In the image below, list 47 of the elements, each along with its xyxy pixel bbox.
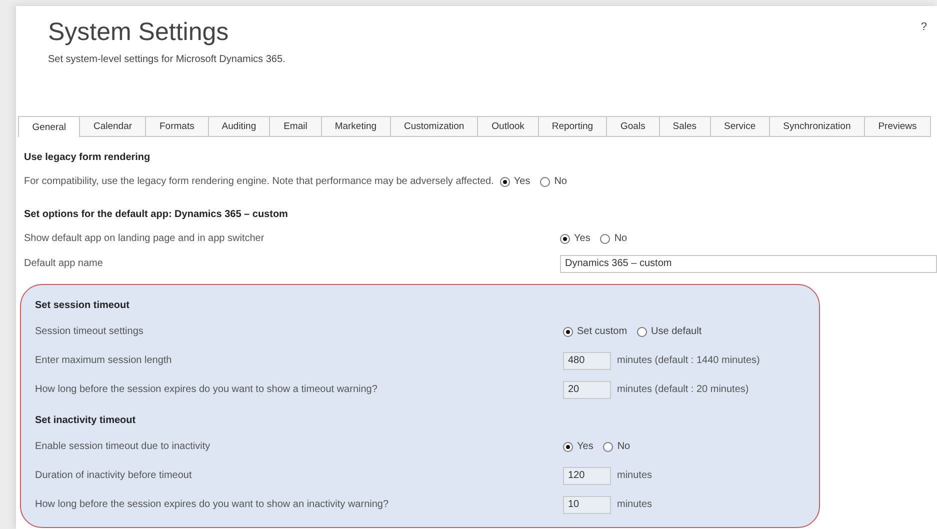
radio-option[interactable]: Set custom <box>563 326 628 337</box>
radio-option[interactable]: No <box>540 176 567 187</box>
field-label: Enable session timeout due to inactivity <box>35 441 210 452</box>
number-field[interactable]: 10 <box>563 496 611 514</box>
radio-option[interactable]: Yes <box>560 233 590 244</box>
tab[interactable]: Outlook <box>477 116 538 136</box>
field-label: Show default app on landing page and in app switcher <box>24 233 264 244</box>
tab[interactable]: Auditing <box>208 116 270 136</box>
unit-label: minutes (default : 1440 minutes) <box>617 355 760 366</box>
field-label: How long before the session expires do you want to show a timeout warning? <box>35 384 378 395</box>
tab[interactable]: Sales <box>658 116 710 136</box>
tab[interactable]: Reporting <box>538 116 606 136</box>
field-label: How long before the session expires do you want to show an inactivity warning? <box>35 499 389 510</box>
tab[interactable]: Customization <box>390 116 478 136</box>
tab[interactable]: Service <box>710 116 769 136</box>
help-button[interactable]: ? <box>920 21 927 33</box>
unit-label: minutes <box>617 470 652 481</box>
section-heading: Set session timeout <box>35 299 130 313</box>
tab[interactable]: Marketing <box>320 116 390 136</box>
radio-option[interactable]: No <box>603 441 630 452</box>
field-label: Enter maximum session length <box>35 355 172 366</box>
tab[interactable]: Email <box>269 116 321 136</box>
field-label: For compatibility, use the legacy form rendering engine. Note that performance may be adversely affected. <box>24 176 494 187</box>
page-subtitle: Set system-level settings for Microsoft Dynamics 365. <box>48 54 286 65</box>
number-field[interactable]: 480 <box>563 352 611 370</box>
radio-option[interactable]: Use default <box>637 326 702 337</box>
tab[interactable]: Synchronization <box>768 116 864 136</box>
section-heading: Set inactivity timeout <box>35 414 136 428</box>
page-title: System Settings <box>48 17 229 47</box>
radio-option[interactable]: No <box>600 233 628 244</box>
tab[interactable]: Goals <box>606 116 659 136</box>
number-field[interactable]: 120 <box>563 466 611 484</box>
field-label: Duration of inactivity before timeout <box>35 470 192 481</box>
field-label: Default app name <box>24 258 103 269</box>
radio-option[interactable]: Yes <box>563 441 594 452</box>
radio-option[interactable]: Yes <box>500 176 530 187</box>
unit-label: minutes (default : 20 minutes) <box>617 384 749 395</box>
section-heading: Set options for the default app: Dynamics 365 – custom <box>24 208 288 222</box>
tab[interactable]: Calendar <box>79 116 146 136</box>
field-label: Session timeout settings <box>35 326 144 337</box>
text-field[interactable]: Dynamics 365 – custom <box>560 254 937 272</box>
tab[interactable]: Formats <box>145 116 208 136</box>
tab[interactable]: General <box>18 116 80 137</box>
tab[interactable]: Previews <box>864 116 931 136</box>
unit-label: minutes <box>617 499 652 510</box>
number-field[interactable]: 20 <box>563 380 611 398</box>
section-heading: Use legacy form rendering <box>24 151 150 165</box>
